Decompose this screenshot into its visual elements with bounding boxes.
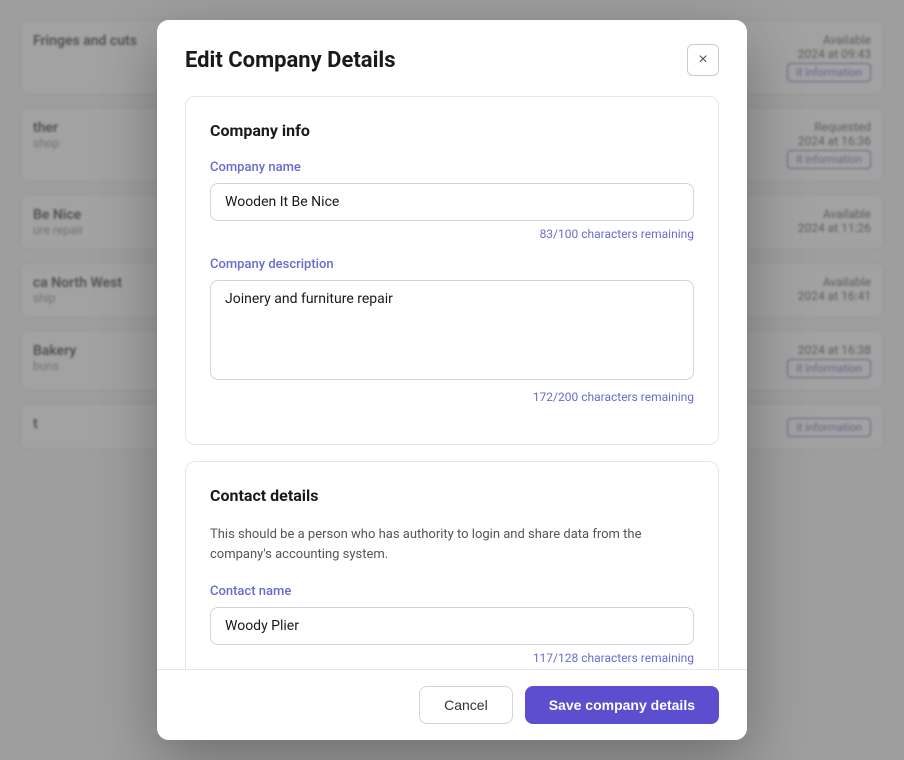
company-info-section: Company info Company name 83/100 charact… xyxy=(185,96,719,445)
contact-details-section: Contact details This should be a person … xyxy=(185,461,719,669)
company-description-char-count: 172/200 characters remaining xyxy=(210,390,694,404)
modal-header: Edit Company Details × xyxy=(157,20,747,96)
contact-name-group: Contact name 117/128 characters remainin… xyxy=(210,584,694,665)
modal-title: Edit Company Details xyxy=(185,48,396,73)
company-name-char-count: 83/100 characters remaining xyxy=(210,227,694,241)
edit-company-modal: Edit Company Details × Company info Comp… xyxy=(157,20,747,740)
contact-name-char-count: 117/128 characters remaining xyxy=(210,651,694,665)
contact-name-input[interactable] xyxy=(210,607,694,645)
company-description-label: Company description xyxy=(210,257,694,272)
save-button[interactable]: Save company details xyxy=(525,686,719,724)
contact-name-label: Contact name xyxy=(210,584,694,599)
modal-close-button[interactable]: × xyxy=(687,44,719,76)
company-info-title: Company info xyxy=(210,121,694,140)
company-name-input[interactable] xyxy=(210,183,694,221)
company-description-group: Company description 172/200 characters r… xyxy=(210,257,694,404)
company-name-label: Company name xyxy=(210,160,694,175)
modal-body: Company info Company name 83/100 charact… xyxy=(157,96,747,669)
contact-details-subtitle: This should be a person who has authorit… xyxy=(210,525,694,564)
cancel-button[interactable]: Cancel xyxy=(419,686,513,724)
modal-overlay: Edit Company Details × Company info Comp… xyxy=(0,0,904,760)
company-description-input[interactable] xyxy=(210,280,694,380)
modal-footer: Cancel Save company details xyxy=(157,669,747,740)
contact-details-title: Contact details xyxy=(210,486,694,505)
company-name-group: Company name 83/100 characters remaining xyxy=(210,160,694,241)
